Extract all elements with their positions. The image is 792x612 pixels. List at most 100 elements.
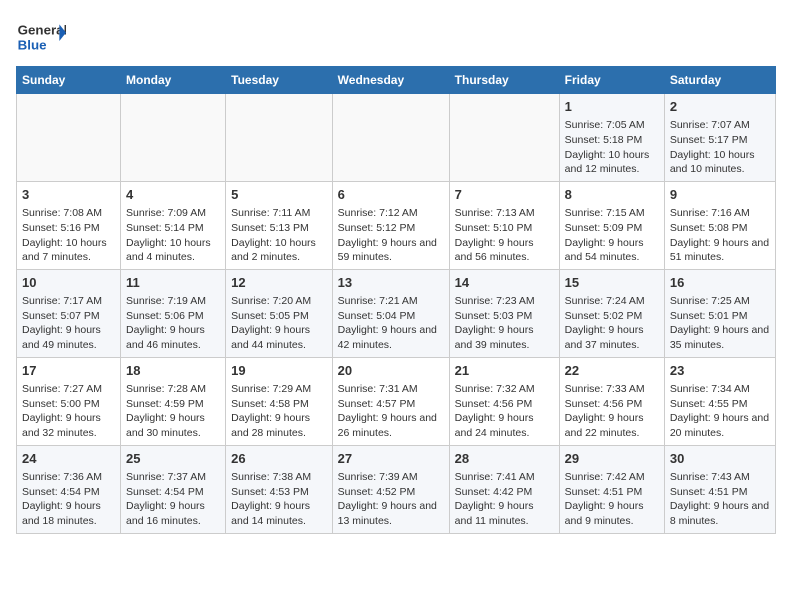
day-info-line: Daylight: 9 hours and 24 minutes. [455, 411, 554, 440]
day-number: 28 [455, 450, 554, 468]
calendar-cell [226, 94, 333, 182]
day-number: 25 [126, 450, 220, 468]
day-info-line: Daylight: 9 hours and 28 minutes. [231, 411, 327, 440]
day-info-line: Daylight: 9 hours and 59 minutes. [338, 236, 444, 265]
calendar-cell: 2Sunrise: 7:07 AMSunset: 5:17 PMDaylight… [664, 94, 775, 182]
day-info-line: Daylight: 9 hours and 8 minutes. [670, 499, 770, 528]
calendar-cell: 18Sunrise: 7:28 AMSunset: 4:59 PMDayligh… [121, 357, 226, 445]
calendar-cell: 8Sunrise: 7:15 AMSunset: 5:09 PMDaylight… [559, 181, 664, 269]
day-info-line: Sunset: 4:51 PM [670, 485, 770, 500]
day-info-line: Sunset: 5:13 PM [231, 221, 327, 236]
day-number: 7 [455, 186, 554, 204]
day-info-line: Sunset: 5:02 PM [565, 309, 659, 324]
day-info-line: Sunrise: 7:41 AM [455, 470, 554, 485]
day-info-line: Daylight: 9 hours and 51 minutes. [670, 236, 770, 265]
day-info-line: Sunset: 5:04 PM [338, 309, 444, 324]
page-header: General Blue [16, 16, 776, 56]
day-info-line: Sunset: 4:53 PM [231, 485, 327, 500]
day-info-line: Daylight: 10 hours and 2 minutes. [231, 236, 327, 265]
day-number: 15 [565, 274, 659, 292]
day-info-line: Sunset: 4:54 PM [126, 485, 220, 500]
day-info-line: Sunrise: 7:23 AM [455, 294, 554, 309]
day-info-line: Daylight: 9 hours and 35 minutes. [670, 323, 770, 352]
day-info-line: Sunrise: 7:17 AM [22, 294, 115, 309]
day-number: 19 [231, 362, 327, 380]
day-info-line: Sunrise: 7:37 AM [126, 470, 220, 485]
calendar-week-3: 10Sunrise: 7:17 AMSunset: 5:07 PMDayligh… [17, 269, 776, 357]
day-info-line: Daylight: 10 hours and 7 minutes. [22, 236, 115, 265]
day-info-line: Daylight: 10 hours and 10 minutes. [670, 148, 770, 177]
day-info-line: Sunset: 5:07 PM [22, 309, 115, 324]
day-number: 20 [338, 362, 444, 380]
day-number: 6 [338, 186, 444, 204]
calendar-cell: 1Sunrise: 7:05 AMSunset: 5:18 PMDaylight… [559, 94, 664, 182]
day-info-line: Daylight: 9 hours and 32 minutes. [22, 411, 115, 440]
calendar-cell: 17Sunrise: 7:27 AMSunset: 5:00 PMDayligh… [17, 357, 121, 445]
logo-icon: General Blue [16, 16, 66, 56]
calendar-cell [17, 94, 121, 182]
day-number: 3 [22, 186, 115, 204]
calendar-cell: 9Sunrise: 7:16 AMSunset: 5:08 PMDaylight… [664, 181, 775, 269]
calendar-cell: 6 Sunrise: 7:12 AMSunset: 5:12 PMDaylight… [332, 181, 449, 269]
calendar-week-1: 1 Sunrise: 7:05 AMSunset: 5:18 PM Daylight… [17, 94, 776, 182]
day-info-line: Sunrise: 7:11 AM [231, 206, 327, 221]
day-info-line: Sunset: 5:05 PM [231, 309, 327, 324]
day-info-line: Daylight: 9 hours and 42 minutes. [338, 323, 444, 352]
day-number: 27 [338, 450, 444, 468]
day-number: 1 [565, 98, 659, 116]
day-number: 29 [565, 450, 659, 468]
day-info-line: Sunset: 4:57 PM [338, 397, 444, 412]
calendar-cell: 21Sunrise: 7:32 AMSunset: 4:56 PMDayligh… [449, 357, 559, 445]
day-info-line: Daylight: 9 hours and 13 minutes. [338, 499, 444, 528]
day-info-line: Sunrise: 7:05 AM [565, 118, 659, 133]
day-info-line: Sunrise: 7:13 AM [455, 206, 554, 221]
calendar-cell: 16Sunrise: 7:25 AMSunset: 5:01 PMDayligh… [664, 269, 775, 357]
day-info-line: Sunset: 4:52 PM [338, 485, 444, 500]
calendar-cell: 12 Sunrise: 7:20 AMSunset: 5:05 PMDayligh… [226, 269, 333, 357]
day-header-saturday: Saturday [664, 67, 775, 94]
day-info-line: Sunset: 5:16 PM [22, 221, 115, 236]
day-info-line: Daylight: 9 hours and 39 minutes. [455, 323, 554, 352]
day-info-line: Daylight: 9 hours and 14 minutes. [231, 499, 327, 528]
calendar-cell [332, 94, 449, 182]
day-info-line: Sunrise: 7:27 AM [22, 382, 115, 397]
day-info-line: Sunrise: 7:07 AM [670, 118, 770, 133]
day-number: 14 [455, 274, 554, 292]
day-number: 12 [231, 274, 327, 292]
day-info-line: Sunrise: 7:32 AM [455, 382, 554, 397]
day-info-line: Sunset: 4:42 PM [455, 485, 554, 500]
calendar-cell: 29Sunrise: 7:42 AMSunset: 4:51 PMDayligh… [559, 445, 664, 533]
day-info-line: Daylight: 9 hours and 11 minutes. [455, 499, 554, 528]
day-info-line: Sunset: 5:18 PM [565, 133, 659, 148]
day-info-line: Sunrise: 7:20 AM [231, 294, 327, 309]
day-header-sunday: Sunday [17, 67, 121, 94]
day-info-line: Daylight: 9 hours and 44 minutes. [231, 323, 327, 352]
day-header-monday: Monday [121, 67, 226, 94]
calendar-week-2: 3Sunrise: 7:08 AMSunset: 5:16 PMDaylight… [17, 181, 776, 269]
day-info-line: Sunset: 5:12 PM [338, 221, 444, 236]
day-info-line: Sunset: 5:14 PM [126, 221, 220, 236]
svg-text:Blue: Blue [18, 37, 47, 52]
day-number: 4 [126, 186, 220, 204]
day-number: 24 [22, 450, 115, 468]
logo: General Blue [16, 16, 70, 56]
day-info-line: Sunset: 4:55 PM [670, 397, 770, 412]
calendar-cell: 23Sunrise: 7:34 AMSunset: 4:55 PMDayligh… [664, 357, 775, 445]
day-header-tuesday: Tuesday [226, 67, 333, 94]
calendar-cell: 15Sunrise: 7:24 AMSunset: 5:02 PMDayligh… [559, 269, 664, 357]
day-info-line: Daylight: 9 hours and 20 minutes. [670, 411, 770, 440]
day-info-line: Sunset: 5:01 PM [670, 309, 770, 324]
day-number: 11 [126, 274, 220, 292]
day-info-line: Daylight: 9 hours and 54 minutes. [565, 236, 659, 265]
calendar-cell: 25Sunrise: 7:37 AMSunset: 4:54 PMDayligh… [121, 445, 226, 533]
day-info-line: Sunrise: 7:28 AM [126, 382, 220, 397]
day-info-line: Sunrise: 7:31 AM [338, 382, 444, 397]
day-info-line: Sunrise: 7:24 AM [565, 294, 659, 309]
calendar-cell [121, 94, 226, 182]
day-info-line: Sunrise: 7:12 AM [338, 206, 444, 221]
calendar-cell: 5Sunrise: 7:11 AMSunset: 5:13 PMDaylight… [226, 181, 333, 269]
calendar-cell: 7Sunrise: 7:13 AMSunset: 5:10 PMDaylight… [449, 181, 559, 269]
calendar-cell: 11Sunrise: 7:19 AMSunset: 5:06 PMDayligh… [121, 269, 226, 357]
day-info-line: Sunrise: 7:34 AM [670, 382, 770, 397]
calendar-cell: 26Sunrise: 7:38 AMSunset: 4:53 PMDayligh… [226, 445, 333, 533]
